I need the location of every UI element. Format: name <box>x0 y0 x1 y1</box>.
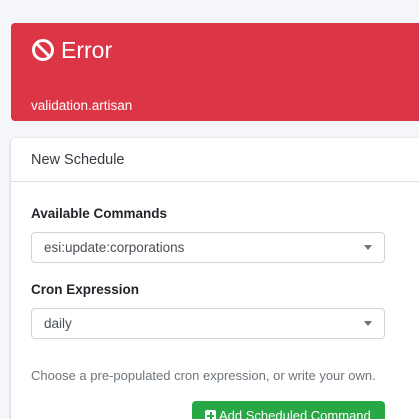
caret-down-icon <box>364 321 372 326</box>
alert-title-text: Error <box>61 37 113 63</box>
cron-expression-select[interactable]: daily <box>31 308 385 339</box>
plus-square-icon <box>205 410 216 419</box>
available-commands-select[interactable]: esi:update:corporations <box>31 232 385 263</box>
available-commands-value: esi:update:corporations <box>44 240 185 255</box>
error-alert: Error validation.artisan <box>11 23 419 121</box>
add-button-label: Add Scheduled Command <box>219 408 371 419</box>
add-scheduled-command-button[interactable]: Add Scheduled Command <box>192 401 385 419</box>
new-schedule-card: New Schedule Available Commands esi:upda… <box>11 138 419 419</box>
cron-help-text: Choose a pre-populated cron expression, … <box>31 368 376 383</box>
caret-down-icon <box>364 245 372 250</box>
alert-message: validation.artisan <box>31 98 133 113</box>
page: Error validation.artisan New Schedule Av… <box>0 0 419 419</box>
alert-title: Error <box>31 36 112 64</box>
cron-expression-label: Cron Expression <box>31 282 140 297</box>
card-title: New Schedule <box>11 138 419 182</box>
available-commands-label: Available Commands <box>31 206 168 221</box>
ban-icon <box>31 38 55 62</box>
cron-expression-value: daily <box>44 316 72 331</box>
